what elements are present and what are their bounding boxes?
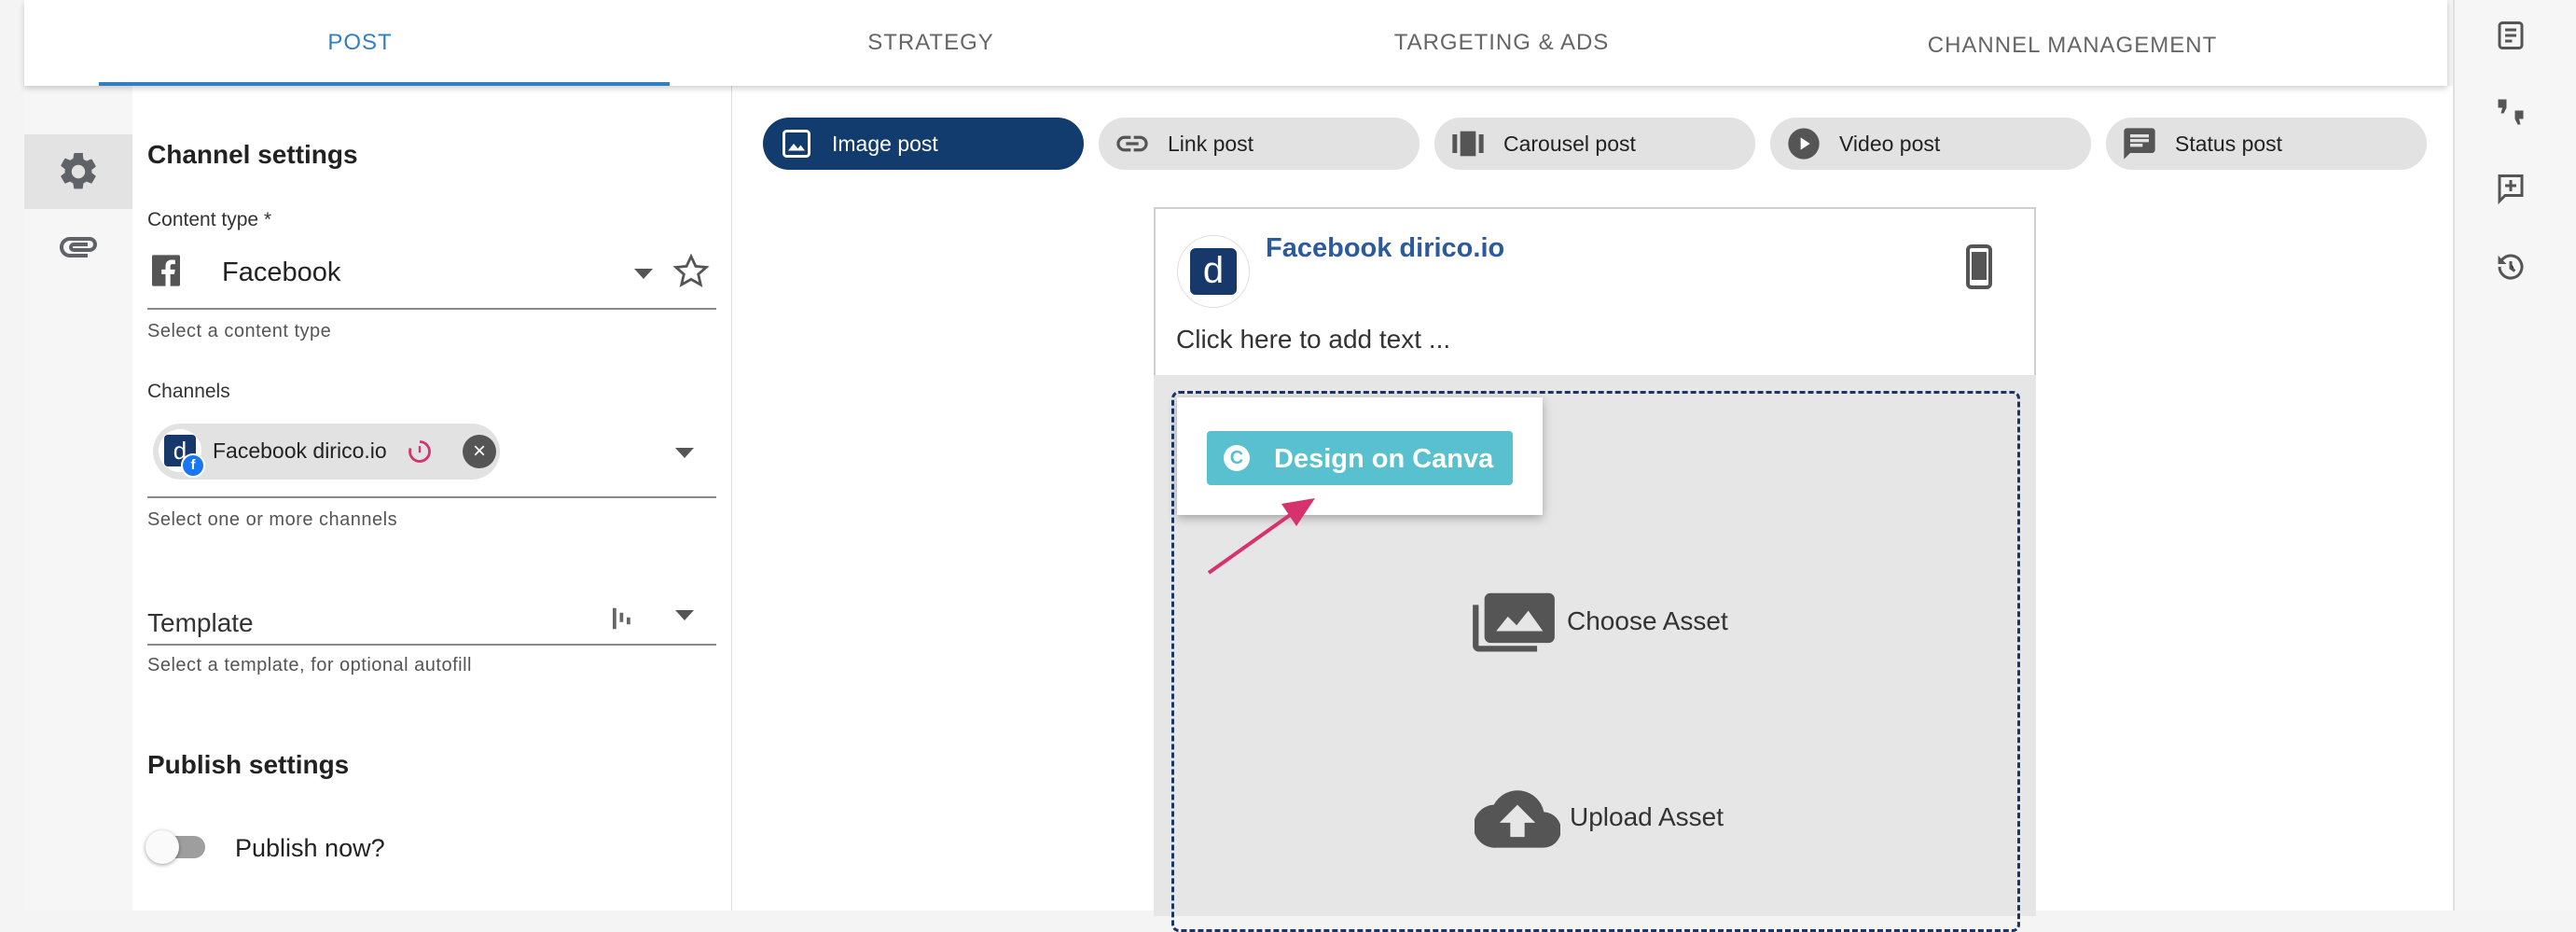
photo-library-icon[interactable] xyxy=(1470,584,1558,655)
chip-link-post[interactable]: Link post xyxy=(1099,118,1420,170)
content-type-help: Select a content type xyxy=(147,321,332,341)
publish-now-toggle[interactable] xyxy=(145,830,205,864)
chip-image-post-label: Image post xyxy=(832,131,938,156)
design-on-canva-button[interactable]: C Design on Canva xyxy=(1207,431,1513,485)
content-type-dropdown-icon[interactable] xyxy=(634,269,653,279)
remove-chip-icon[interactable]: × xyxy=(463,435,496,468)
image-icon xyxy=(778,125,815,162)
channels-dropdown-icon[interactable] xyxy=(675,448,694,458)
attachment-icon[interactable] xyxy=(56,224,101,269)
publish-settings-heading: Publish settings xyxy=(147,750,350,779)
facebook-badge-icon: f xyxy=(181,453,205,478)
tab-strategy[interactable]: STRATEGY xyxy=(645,0,1216,86)
comment-add-icon[interactable] xyxy=(2494,172,2528,205)
mobile-icon[interactable] xyxy=(1960,244,1999,289)
carousel-icon xyxy=(1449,125,1487,162)
content-type-label: Content type * xyxy=(147,209,272,230)
history-icon[interactable] xyxy=(2494,250,2528,284)
top-tab-bar: POST STRATEGY TARGETING & ADS CHANNEL MA… xyxy=(24,0,2447,86)
left-rail xyxy=(24,86,133,911)
chip-carousel-post[interactable]: Carousel post xyxy=(1434,118,1755,170)
play-icon xyxy=(1785,125,1822,162)
canva-icon: C xyxy=(1224,445,1250,471)
cloud-upload-icon[interactable] xyxy=(1473,789,1561,849)
facebook-icon xyxy=(147,252,185,289)
choose-asset-label[interactable]: Choose Asset xyxy=(1567,606,1728,636)
gear-icon[interactable] xyxy=(56,149,101,194)
active-tab-indicator xyxy=(99,82,670,86)
channels-underline xyxy=(147,496,716,498)
publish-now-label: Publish now? xyxy=(235,834,385,862)
channel-settings-heading: Channel settings xyxy=(147,140,358,169)
tab-post[interactable]: POST xyxy=(75,0,645,86)
channels-label: Channels xyxy=(147,381,230,402)
notes-icon[interactable] xyxy=(2494,19,2528,52)
template-help: Select a template, for optional autofill xyxy=(147,655,472,675)
page-name: Facebook dirico.io xyxy=(1266,233,1505,263)
annotation-arrow xyxy=(1207,498,1315,575)
content-type-value[interactable]: Facebook xyxy=(222,257,340,288)
channel-settings-panel: Channel settings Content type * Facebook… xyxy=(132,86,732,911)
template-underline xyxy=(147,644,716,646)
link-icon xyxy=(1114,125,1151,162)
tab-channel-management[interactable]: CHANNEL MANAGEMENT xyxy=(1787,3,2358,89)
chip-link-post-label: Link post xyxy=(1168,131,1254,156)
chip-carousel-post-label: Carousel post xyxy=(1503,131,1636,156)
toggle-knob xyxy=(145,830,179,864)
template-label: Template xyxy=(147,608,254,637)
channels-help: Select one or more channels xyxy=(147,509,398,530)
channel-avatar: d f xyxy=(159,429,205,478)
chip-image-post[interactable]: Image post xyxy=(763,118,1084,170)
chip-video-post-label: Video post xyxy=(1839,131,1941,156)
template-dropdown-icon[interactable] xyxy=(675,610,694,620)
star-icon[interactable] xyxy=(672,252,711,291)
page-avatar: d xyxy=(1177,235,1250,308)
chip-video-post[interactable]: Video post xyxy=(1770,118,2091,170)
template-tree-icon[interactable] xyxy=(608,605,636,633)
chip-status-post-label: Status post xyxy=(2175,131,2283,156)
timer-icon xyxy=(407,438,433,465)
chip-status-post[interactable]: Status post xyxy=(2106,118,2427,170)
channel-chip[interactable]: d f Facebook dirico.io × xyxy=(153,424,500,480)
feedback-icon[interactable] xyxy=(2494,95,2528,129)
message-icon xyxy=(2121,125,2158,162)
upload-asset-label[interactable]: Upload Asset xyxy=(1570,802,1724,832)
tab-targeting-ads[interactable]: TARGETING & ADS xyxy=(1216,0,1787,86)
content-type-underline xyxy=(147,308,716,310)
channel-chip-label: Facebook dirico.io xyxy=(213,438,387,463)
post-text-placeholder[interactable]: Click here to add text ... xyxy=(1176,325,1450,355)
design-on-canva-label: Design on Canva xyxy=(1274,444,1494,474)
right-rail xyxy=(2453,0,2576,911)
